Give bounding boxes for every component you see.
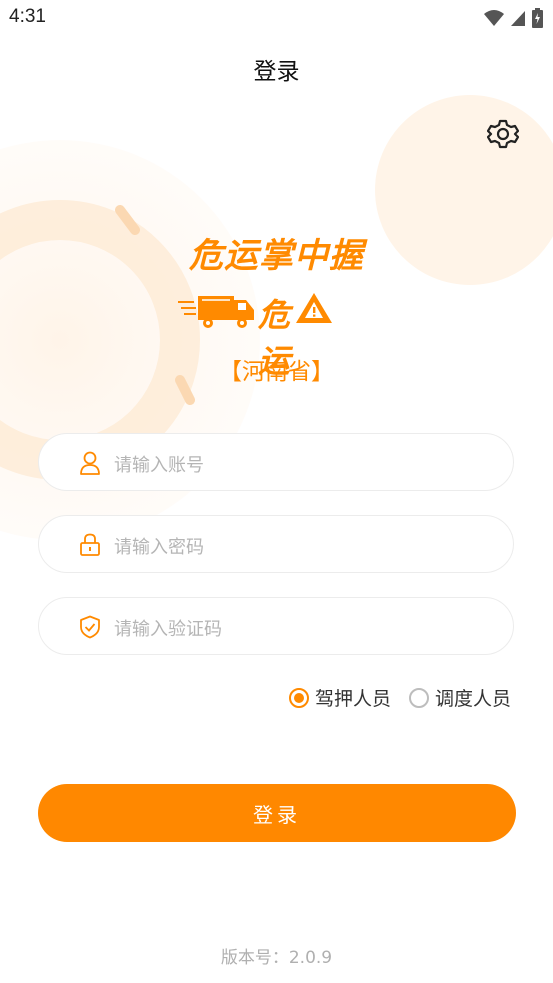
role-label-driver[interactable]: 驾押人员 bbox=[315, 684, 391, 711]
warning-triangle-icon bbox=[296, 293, 332, 323]
settings-gear-icon[interactable] bbox=[487, 118, 519, 150]
lock-icon bbox=[80, 533, 100, 556]
battery-icon bbox=[532, 8, 543, 28]
app-logo-title: 危运掌中握 bbox=[189, 236, 364, 276]
truck-logo-icon bbox=[178, 296, 254, 328]
wifi-icon bbox=[484, 10, 504, 26]
page-title: 登录 bbox=[253, 59, 300, 85]
status-bar: 4:31 bbox=[0, 0, 553, 36]
signal-icon bbox=[511, 11, 525, 26]
login-button[interactable]: 登录 bbox=[38, 784, 516, 842]
status-time: 4:31 bbox=[9, 6, 46, 27]
account-placeholder: 请输入账号 bbox=[114, 455, 204, 476]
role-selector: 驾押人员 调度人员 bbox=[288, 684, 511, 711]
account-field[interactable]: 请输入账号 bbox=[38, 433, 514, 491]
password-placeholder: 请输入密码 bbox=[114, 537, 204, 558]
version-label: 版本号：2.0.9 bbox=[220, 948, 333, 968]
captcha-placeholder: 请输入验证码 bbox=[114, 619, 222, 640]
shield-check-icon bbox=[80, 615, 100, 639]
captcha-field[interactable]: 请输入验证码 bbox=[38, 597, 514, 655]
role-radio-dispatcher[interactable] bbox=[408, 687, 429, 708]
province-label: 【河南省】 bbox=[219, 359, 334, 385]
status-icons bbox=[484, 8, 543, 28]
password-field[interactable]: 请输入密码 bbox=[38, 515, 514, 573]
role-label-dispatcher[interactable]: 调度人员 bbox=[435, 684, 511, 711]
user-icon bbox=[80, 451, 100, 475]
role-radio-driver[interactable] bbox=[288, 687, 309, 708]
brand-logo: 危运 bbox=[258, 288, 378, 380]
